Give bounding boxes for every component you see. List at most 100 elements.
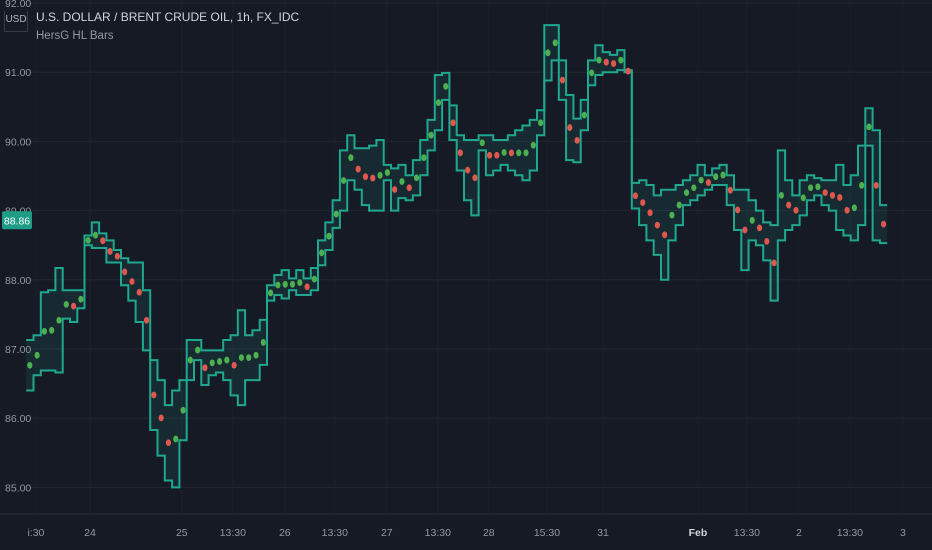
close-dot [662,231,668,239]
price-tick-label: 90.00 [5,136,31,148]
close-dot [202,364,208,372]
price-axis[interactable]: 92.0091.0090.0089.0088.0087.0086.0085.00 [5,0,31,494]
close-dot [114,252,120,260]
time-axis[interactable]: i:30 24 25 13:30 26 13:30 27 13:30 28 15:30 31 Feb 1… [27,527,906,539]
price-tick-label: 91.00 [5,67,31,79]
close-dot [399,178,405,185]
close-dot [268,289,274,297]
close-dot [158,414,164,422]
close-dot [100,237,106,245]
close-dot [764,237,770,245]
close-dot [713,173,719,181]
close-dot [829,191,836,199]
time-tick-label: 13:30 [837,527,863,539]
currency-label[interactable]: USD [4,11,28,32]
close-dot [122,268,128,276]
close-dot [246,354,252,362]
close-dot [253,351,259,359]
close-dot [778,191,785,199]
close-dot [173,435,179,443]
indicator-name[interactable]: HersG HL Bars [36,30,299,42]
close-dot [165,439,172,447]
close-dot [859,181,865,189]
close-dot [362,173,369,181]
close-dot [530,141,536,149]
close-dot [143,316,150,324]
close-dot [443,82,449,90]
last-price-label: 88.86 [2,211,32,230]
close-dot [545,49,551,57]
close-dot [538,119,544,127]
close-dot [413,174,420,182]
close-dot [596,56,602,64]
close-dot [275,281,281,289]
close-dot [406,184,412,192]
close-dot [63,300,69,308]
price-tick-label: 85.00 [5,482,31,494]
close-dot [676,201,682,209]
close-dot [435,99,442,107]
price-tick-label: 86.00 [5,413,31,425]
close-dot [333,210,339,218]
close-dot [691,184,697,192]
close-dot [735,206,741,214]
last-price-value: 88.86 [4,215,30,227]
close-dot [34,351,40,359]
close-dot [486,151,493,159]
close-dot [238,354,245,362]
close-dot [581,111,587,119]
close-dot [428,131,434,139]
time-tick-label: 2 [796,527,802,539]
close-dot [866,123,872,131]
chart-legend: U.S. DOLLAR / BRENT CRUDE OIL, 1h, FX_ID… [36,10,299,42]
close-dot [348,154,354,162]
close-dot [377,171,383,179]
close-dot [355,165,361,173]
close-dot [319,249,325,257]
close-dot [282,280,288,288]
time-tick-label: 24 [84,527,96,539]
close-dot [311,275,317,283]
time-tick-label: 15:30 [534,527,560,539]
close-dot [625,67,631,75]
close-dot [603,58,609,66]
close-dot [129,278,135,285]
close-dot [552,39,558,47]
time-tick-label: 31 [597,527,609,539]
close-dot [851,204,857,212]
close-dot [880,220,887,228]
close-dot [610,60,617,67]
time-tick-label: 13:30 [220,527,246,539]
time-tick-label: 25 [176,527,188,539]
time-tick-label: 13:30 [425,527,451,539]
price-tick-label: 92.00 [5,0,31,10]
close-dot [92,231,99,239]
close-dot [209,359,215,367]
close-dot [567,124,573,131]
price-tick-label: 88.00 [5,275,31,287]
close-dot [516,149,522,157]
time-tick-label: 27 [381,527,393,539]
time-tick-label: i:30 [27,527,44,539]
close-dot [705,179,712,186]
close-dot [508,149,515,157]
close-dot [297,279,303,286]
close-dot [727,186,733,194]
close-dot [647,209,653,217]
close-dot [683,189,690,197]
close-dot [822,189,828,197]
close-dot [654,221,660,229]
close-dot [78,295,84,303]
close-dot [457,149,463,157]
close-dot [479,139,485,147]
price-chart[interactable]: 92.0091.0090.0089.0088.0087.0086.0085.00… [0,0,932,550]
close-dot [837,194,843,201]
close-dot [450,119,456,127]
close-dot [71,302,77,310]
close-dot [224,356,230,364]
close-dot [640,199,646,207]
close-dot [632,192,639,200]
close-dot [195,346,201,354]
close-dot [85,236,91,244]
symbol-title[interactable]: U.S. DOLLAR / BRENT CRUDE OIL, 1h, FX_ID… [36,10,299,24]
